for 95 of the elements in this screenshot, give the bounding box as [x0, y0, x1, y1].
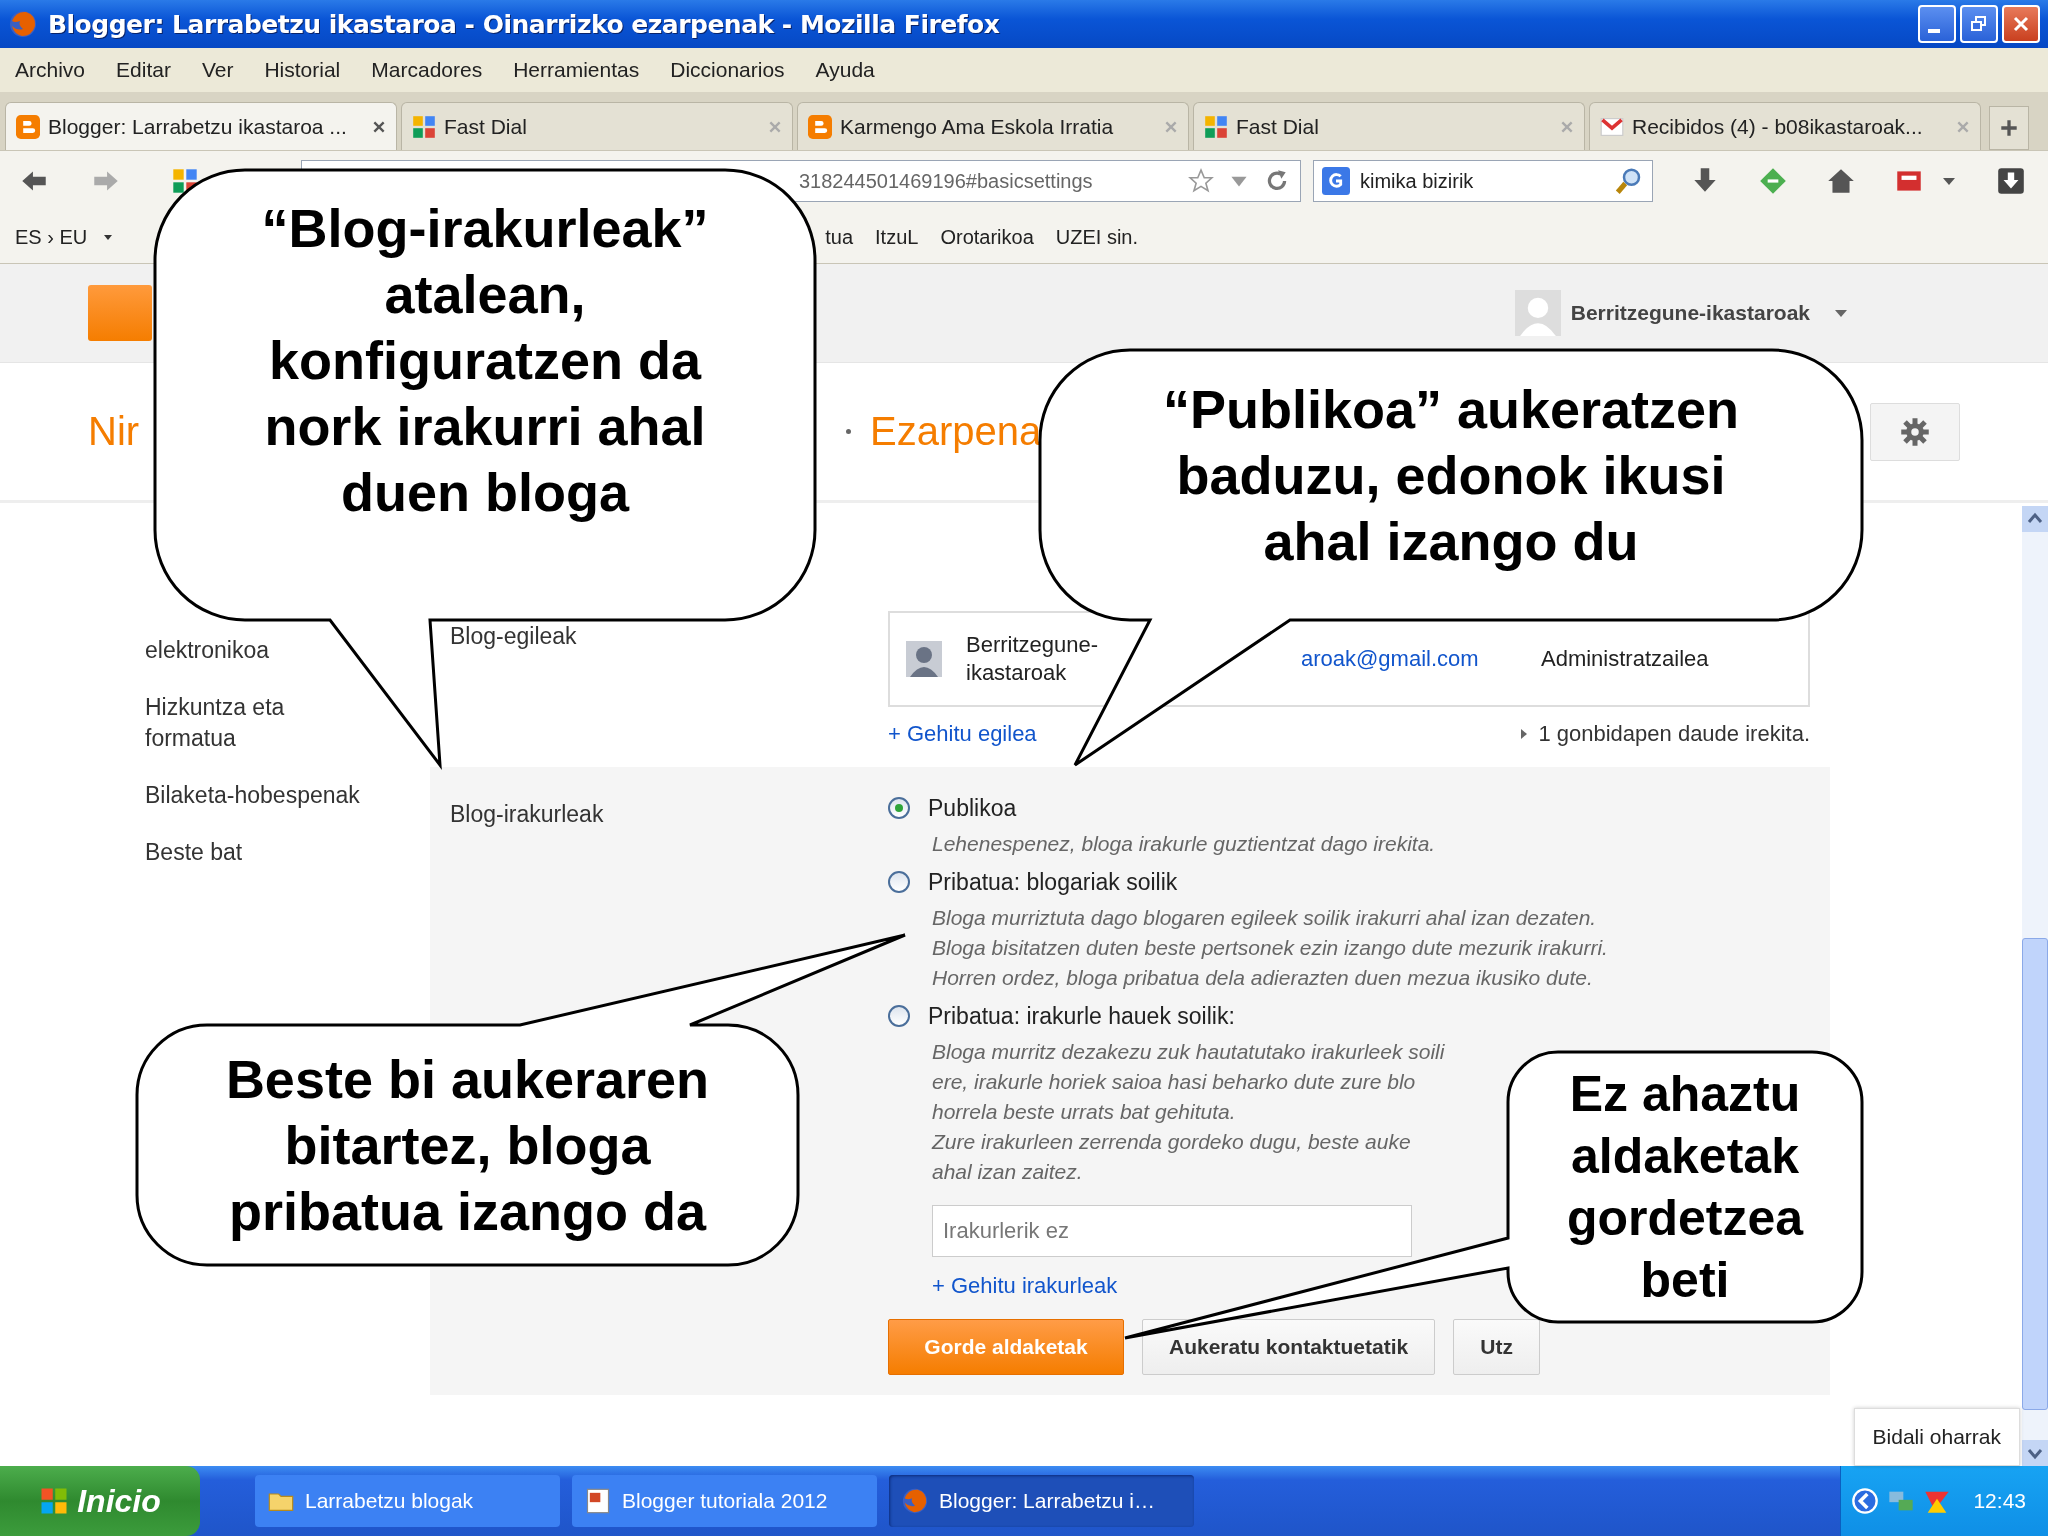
menu-item[interactable]: Marcadores — [371, 58, 483, 82]
option-description: ere, irakurle horiek saioa hasi beharko dute zure blo — [932, 1069, 1416, 1095]
scrollbar-thumb[interactable] — [2022, 938, 2048, 1410]
taskbar-button[interactable]: Larrabetzu blogak — [255, 1475, 560, 1527]
start-button[interactable]: Inicio — [0, 1466, 200, 1536]
author-name: Berritzegune-ikastaroak — [966, 631, 1100, 687]
language-link[interactable]: ES › EU — [15, 225, 88, 249]
browser-tab[interactable]: Fast Dial — [1193, 102, 1585, 150]
sidebar-link[interactable]: Bilaketa-hobespenak — [145, 780, 360, 811]
avatar-icon — [906, 641, 942, 677]
browser-tab[interactable]: Recibidos (4) - b08ikastaroak... — [1589, 102, 1981, 150]
restore-icon — [1969, 14, 1989, 34]
chevron-icon[interactable] — [1851, 1487, 1880, 1515]
option-label[interactable]: Publikoa — [928, 794, 1017, 822]
firefox-icon — [901, 1487, 929, 1515]
bookmark-link[interactable]: UZEI sin. — [1055, 225, 1139, 249]
close-icon[interactable] — [372, 119, 386, 134]
menu-item[interactable]: Ver — [201, 58, 234, 82]
avatar-icon — [1514, 290, 1561, 336]
option-description: ahal izan zaitez. — [932, 1159, 1083, 1185]
option-label[interactable]: Pribatua: irakurle hauek soilik: — [928, 1002, 1235, 1030]
minimize-icon — [1928, 29, 1940, 33]
browser-tab[interactable]: Karmengo Ama Eskola Irratia — [797, 102, 1189, 150]
bookmark-link[interactable]: Orotarikoa — [940, 225, 1034, 249]
browser-tab[interactable]: Blogger: Larrabetzu ikastaroa ... — [5, 102, 397, 150]
window-title: Blogger: Larrabetzu ikastaroa - Oinarrizko ezarpenak - Mozilla Firefox — [48, 9, 1000, 39]
sidebar-link[interactable]: Hizkuntza eta formatua — [145, 692, 370, 754]
caret-icon[interactable] — [103, 232, 114, 242]
feedback-button[interactable]: Bidali oharrak — [1853, 1408, 2020, 1466]
radio-button[interactable] — [888, 871, 910, 893]
minimize-button[interactable] — [1918, 5, 1956, 43]
blogger-icon — [808, 114, 832, 139]
menu-item[interactable]: Historial — [264, 58, 341, 82]
document-icon — [584, 1487, 612, 1515]
download-icon[interactable] — [1995, 165, 2027, 197]
tiles-icon — [412, 114, 436, 139]
google-icon — [1322, 167, 1350, 195]
radio-button[interactable] — [888, 797, 910, 819]
scroll-down-icon[interactable] — [2022, 1440, 2048, 1466]
add-readers-link[interactable]: + Gehitu irakurleak — [932, 1273, 1118, 1299]
scroll-up-icon[interactable] — [2022, 506, 2048, 532]
option-description: Lehenespenez, bloga irakurle guztientzat dago irekita. — [932, 831, 1436, 857]
page-heading: Ezarpena — [870, 409, 1042, 454]
action-button[interactable]: Aukeratu kontaktuetatik — [1142, 1319, 1436, 1375]
taskbar-button[interactable]: Blogger: Larrabetzu i… — [889, 1475, 1194, 1527]
sidebar-link[interactable]: Beste bat — [145, 837, 243, 868]
option-description: Bloga murritz dezakezu zuk hautatutako irakurleek soili — [932, 1039, 1445, 1065]
tiles-icon — [1204, 114, 1228, 139]
bookmark-link[interactable]: tua — [825, 225, 854, 249]
option-description: Bloga murriztuta dago blogaren egileek soilik irakurri ahal izan dezaten. — [932, 905, 1597, 931]
radio-button[interactable] — [888, 1005, 910, 1027]
user-name[interactable]: Berritzegune-ikastaroak — [1570, 301, 1810, 325]
sidebar-link[interactable]: elektronikoa — [145, 635, 270, 666]
author-role: Administratzailea — [1541, 646, 1709, 672]
option-description: Bloga bisitatzen duten beste pertsonek ezin izango dute mezurik irakurri. — [932, 935, 1608, 961]
readers-input[interactable]: Irakurlerik ez — [932, 1205, 1412, 1257]
menu-item[interactable]: Diccionarios — [670, 58, 785, 82]
clock: 12:43 — [1973, 1489, 2026, 1513]
gear-icon — [1900, 416, 1930, 447]
caret-icon[interactable] — [1834, 308, 1848, 318]
close-icon — [2011, 14, 2031, 34]
author-email[interactable]: aroak@gmail.com — [1301, 646, 1541, 672]
menu-item[interactable]: Archivo — [15, 58, 86, 82]
firefox-icon — [8, 9, 38, 39]
callout-text: Ez ahaztu aldaketak gordetzea beti — [1566, 1065, 1804, 1310]
section-label: Blog-egileak — [449, 622, 578, 650]
triangle-icon[interactable] — [1520, 728, 1529, 740]
option-description: Zure irakurleen zerrenda gordeko dugu, beste auke — [932, 1129, 1411, 1155]
new-tab-button[interactable] — [1989, 106, 2029, 150]
invites-link[interactable]: 1 gonbidapen daude irekita. — [1538, 721, 1810, 747]
option-label[interactable]: Pribatua: blogariak soilik — [928, 868, 1178, 896]
close-button[interactable] — [2002, 5, 2040, 43]
blogger-icon — [16, 114, 40, 139]
restore-button[interactable] — [1960, 5, 1998, 43]
menu-item[interactable]: Editar — [116, 58, 171, 82]
separator-dot — [846, 429, 851, 434]
flag-icon — [39, 1486, 70, 1516]
menu-item[interactable]: Ayuda — [815, 58, 875, 82]
option-description: Horren ordez, bloga pribatua dela adierazten duen mezua ikusiko dute. — [932, 965, 1593, 991]
option-description: horrela beste urrats bat gehituta. — [932, 1099, 1236, 1125]
taskbar-button[interactable]: Blogger tutoriala 2012 — [572, 1475, 877, 1527]
settings-button[interactable] — [1870, 402, 1960, 461]
plus-icon — [1998, 117, 2020, 139]
action-button[interactable]: Utz — [1453, 1319, 1540, 1375]
callout-text: Beste bi aukeraren bitartez, bloga pribatua izango da — [225, 1048, 710, 1243]
add-author-link[interactable]: + Gehitu egilea — [888, 721, 1037, 747]
tiles-icon[interactable] — [172, 168, 198, 194]
section-label: Blog-irakurleak — [449, 800, 605, 828]
star-icon[interactable] — [1188, 168, 1214, 194]
callout-text: “Publikoa” aukeratzen baduzu, edonok ikusi ahal izango du — [1162, 378, 1740, 573]
search-field[interactable]: kimika bizirik — [1313, 160, 1653, 202]
bookmark-link[interactable]: ItzuL — [875, 225, 919, 249]
scrollbar[interactable] — [2022, 506, 2048, 1466]
browser-tab[interactable]: Fast Dial — [401, 102, 793, 150]
menu-item[interactable]: Herramientas — [513, 58, 640, 82]
